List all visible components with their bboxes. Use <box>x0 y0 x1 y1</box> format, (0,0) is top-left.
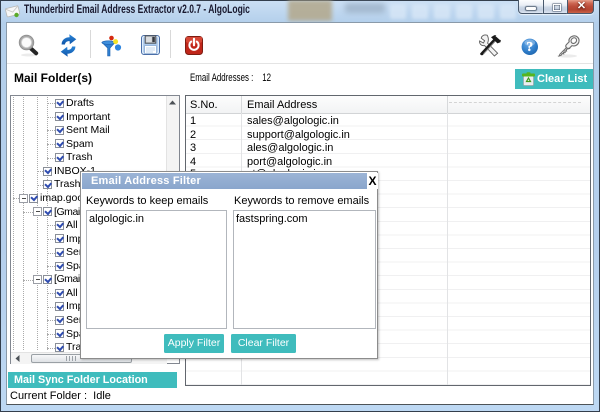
svg-text:?: ? <box>526 39 533 54</box>
